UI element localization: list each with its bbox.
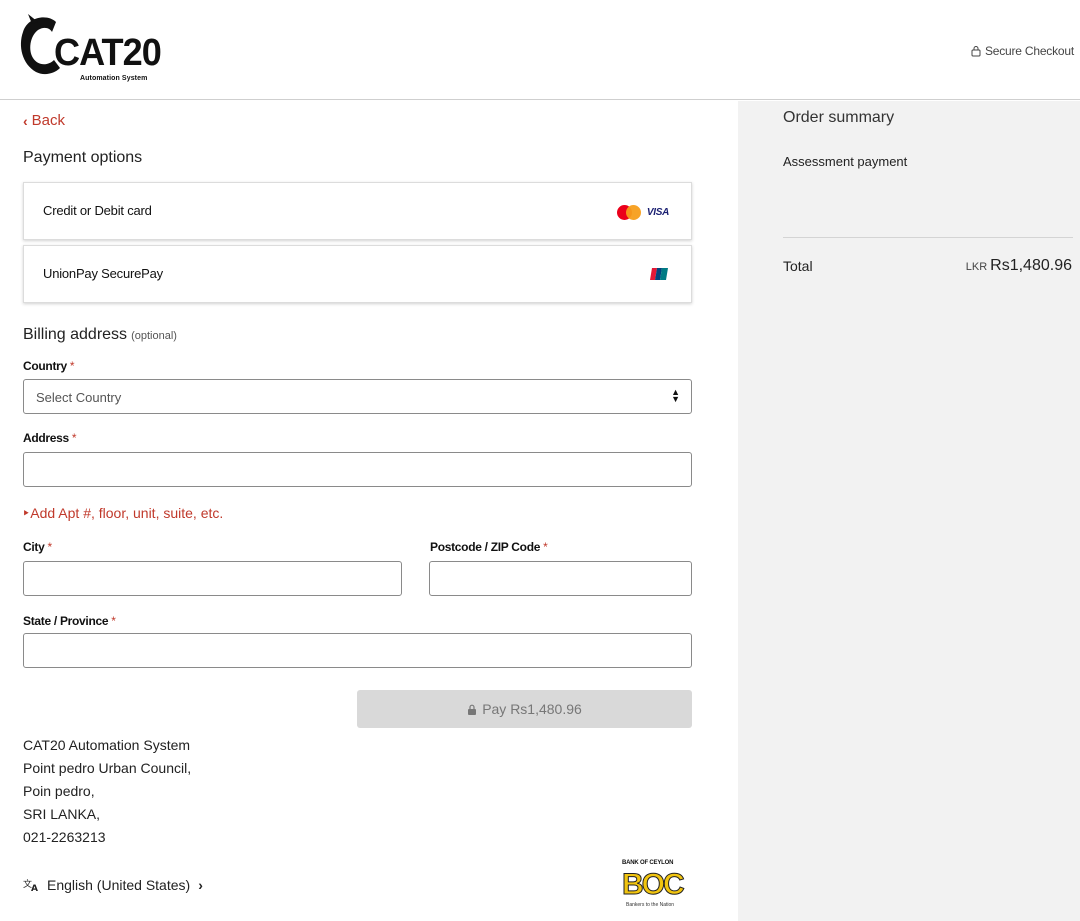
- lock-icon: [971, 46, 981, 57]
- merchant-line: Poin pedro,: [23, 783, 95, 799]
- address-label: Address *: [23, 431, 77, 445]
- payment-option-card[interactable]: Credit or Debit card VISA: [23, 182, 692, 240]
- required-marker: *: [543, 540, 548, 554]
- merchant-line: 021-2263213: [23, 829, 106, 845]
- payment-option-label: UnionPay SecurePay: [43, 266, 163, 281]
- language-selector[interactable]: 文 A English (United States) ›: [23, 877, 203, 893]
- payment-option-unionpay[interactable]: UnionPay SecurePay: [23, 245, 692, 303]
- boc-logo-mark: BOC: [622, 868, 686, 901]
- visa-icon: VISA: [646, 207, 669, 218]
- translate-icon: 文 A: [23, 878, 38, 892]
- pay-button-label: Pay Rs1,480.96: [482, 701, 582, 717]
- billing-address-title: Billing address (optional): [23, 326, 177, 344]
- order-summary-item: Assessment payment: [783, 154, 908, 169]
- language-label: English (United States): [47, 877, 191, 893]
- merchant-line: SRI LANKA,: [23, 806, 101, 822]
- chevron-right-icon: ›: [198, 877, 203, 893]
- order-summary-title: Order summary: [783, 109, 895, 126]
- secure-checkout: Secure Checkout: [970, 44, 1074, 58]
- merchant-info: CAT20 Automation System Point pedro Urba…: [23, 734, 191, 849]
- bank-of-ceylon-logo: BANK OF CEYLON BOC Bankers to the Nation: [620, 860, 692, 910]
- back-link[interactable]: ‹ Back: [23, 112, 65, 129]
- postcode-label: Postcode / ZIP Code *: [430, 540, 548, 554]
- total-value: Rs1,480.96: [990, 257, 1072, 274]
- logo-subtitle: Automation System: [80, 75, 148, 82]
- back-label: Back: [31, 112, 66, 129]
- merchant-line: CAT20 Automation System: [23, 737, 191, 753]
- unionpay-icon: [650, 268, 668, 280]
- address-input[interactable]: [23, 452, 692, 487]
- city-input[interactable]: [23, 561, 402, 596]
- total-label: Total: [783, 258, 813, 274]
- mastercard-icon: [617, 205, 641, 220]
- boc-logo-tagline: Bankers to the Nation: [626, 902, 675, 908]
- required-marker: *: [111, 614, 116, 628]
- country-label: Country *: [23, 359, 75, 373]
- boc-logo-top: BANK OF CEYLON: [622, 860, 674, 866]
- country-select[interactable]: Select Country ▲ ▼: [23, 379, 692, 414]
- required-marker: *: [47, 540, 52, 554]
- secure-checkout-label: Secure Checkout: [984, 44, 1074, 58]
- chevron-left-icon: ‹: [23, 112, 28, 129]
- required-marker: *: [71, 431, 77, 445]
- country-select-value: Select Country: [36, 390, 122, 405]
- optional-label: (optional): [131, 330, 177, 342]
- header: CAT20 Automation System Secure Checkout: [0, 0, 1080, 100]
- divider: [783, 237, 1073, 238]
- postcode-input[interactable]: [429, 561, 692, 596]
- currency-code: LKR: [965, 261, 988, 273]
- svg-text:A: A: [31, 884, 38, 892]
- merchant-line: Point pedro Urban Council,: [23, 760, 192, 776]
- cat20-logo: CAT20 Automation System: [18, 14, 162, 86]
- lock-icon: [468, 704, 477, 715]
- pay-button[interactable]: Pay Rs1,480.96: [357, 690, 692, 728]
- billing-title-text: Billing address: [23, 326, 128, 343]
- logo-text: CAT20: [54, 32, 162, 74]
- payment-option-label: Credit or Debit card: [43, 203, 152, 218]
- city-label: City *: [23, 540, 52, 554]
- required-marker: *: [69, 359, 75, 373]
- order-summary-panel: Order summary Assessment payment Total L…: [738, 101, 1080, 921]
- payment-options-title: Payment options: [23, 149, 143, 166]
- add-apt-link[interactable]: ‣Add Apt #, floor, unit, suite, etc.: [22, 505, 223, 522]
- state-label: State / Province *: [23, 614, 116, 628]
- select-arrows-icon: ▲ ▼: [671, 387, 680, 404]
- total-amount: LKR Rs1,480.96: [966, 257, 1072, 275]
- state-input[interactable]: [23, 633, 692, 668]
